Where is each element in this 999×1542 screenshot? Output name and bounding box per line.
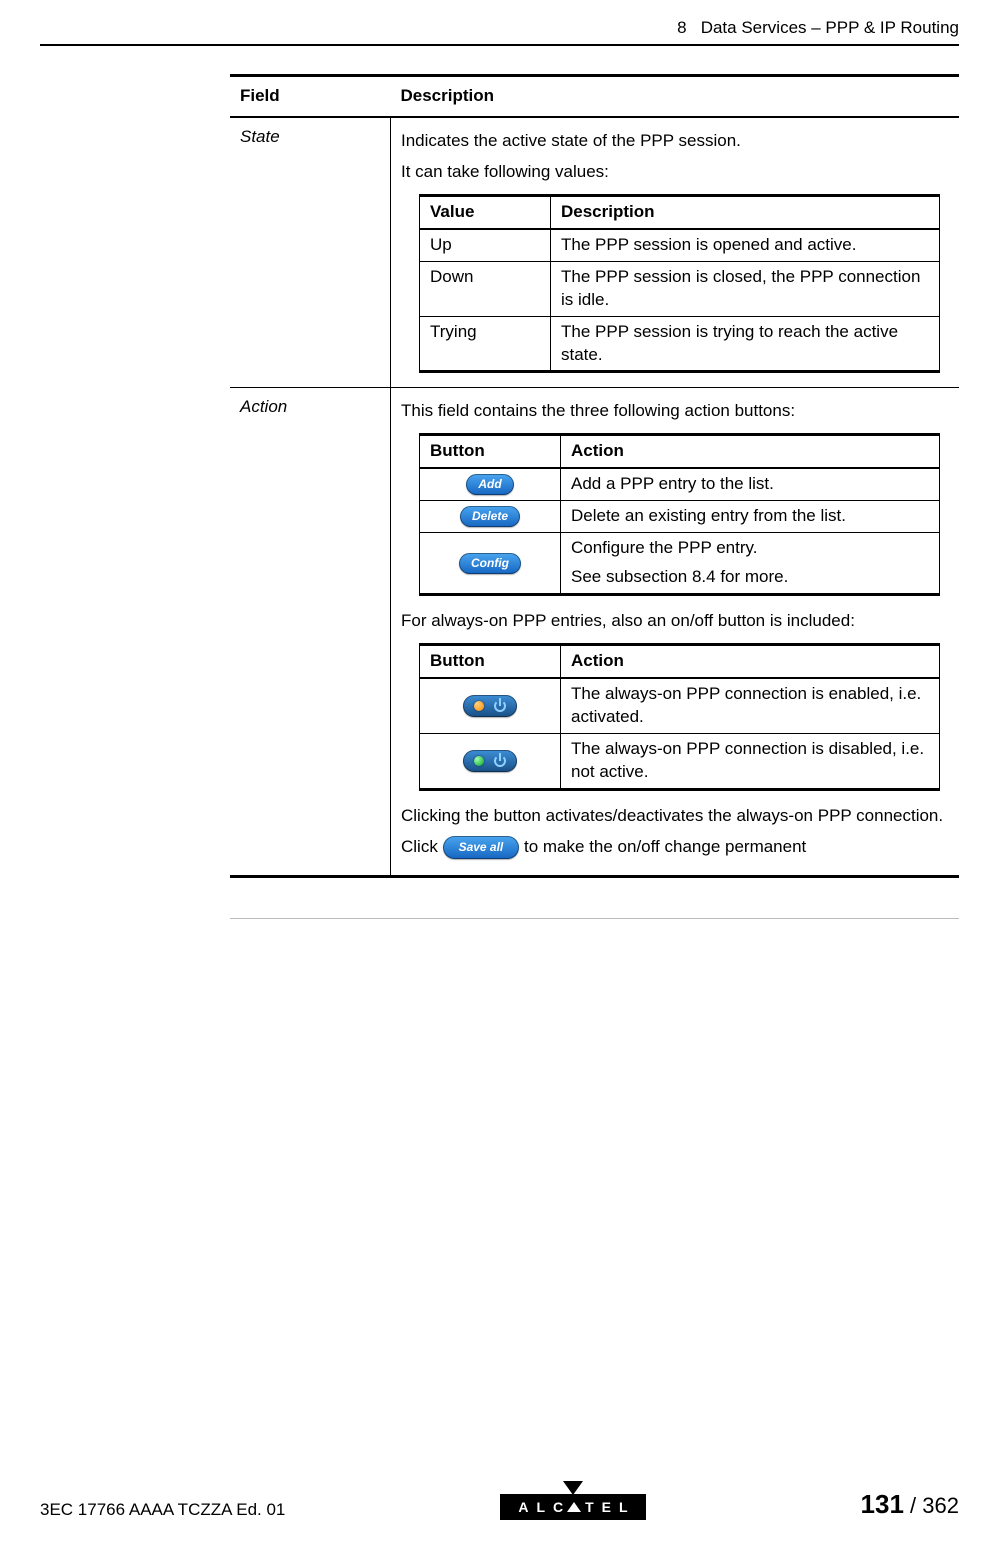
section-divider (230, 918, 959, 919)
col-action: Action (561, 435, 940, 468)
config-button[interactable]: Config (459, 553, 521, 574)
value-down: Down (430, 267, 473, 286)
button-row-config: Config Configure the PPP entry. See subs… (420, 533, 940, 595)
save-all-button[interactable]: Save all (443, 836, 520, 859)
p4-pre: Click (401, 837, 443, 856)
col-description: Description (391, 76, 960, 117)
page-total: 362 (922, 1493, 959, 1518)
onoff-buttons-table: Button Action The always (419, 643, 940, 791)
value-row-trying: Trying The PPP session is trying to reac… (420, 316, 940, 372)
onoff-disabled-desc: The always-on PPP connection is disabled… (561, 733, 940, 789)
led-green-icon (474, 756, 484, 766)
button-row-delete: Delete Delete an existing entry from the… (420, 501, 940, 533)
value-up-desc: The PPP session is opened and active. (551, 229, 940, 261)
col-field: Field (230, 76, 391, 117)
value-row-down: Down The PPP session is closed, the PPP … (420, 261, 940, 316)
col-value-desc: Description (551, 195, 940, 228)
value-trying-desc: The PPP session is trying to reach the a… (551, 316, 940, 372)
action-p4: Click Save all to make the on/off change… (401, 836, 949, 859)
logo-triangle-icon (563, 1481, 583, 1495)
onoff-enabled-desc: The always-on PPP connection is enabled,… (561, 678, 940, 733)
p4-post: to make the on/off change permanent (524, 837, 806, 856)
action-p2: For always-on PPP entries, also an on/of… (401, 610, 949, 633)
logo-text-left: ALC (518, 1499, 571, 1515)
add-button[interactable]: Add (466, 474, 513, 495)
button-row-add: Add Add a PPP entry to the list. (420, 468, 940, 500)
row-state: State Indicates the active state of the … (230, 117, 959, 388)
state-p2: It can take following values: (401, 161, 949, 184)
page-current: 131 (861, 1489, 904, 1519)
field-state: State (230, 117, 391, 388)
col-button: Button (420, 435, 561, 468)
page-header: 8 Data Services – PPP & IP Routing (40, 18, 959, 46)
toggle-off-button[interactable] (463, 750, 517, 772)
chapter-title: Data Services – PPP & IP Routing (701, 18, 959, 37)
alcatel-logo: ALC TEL (500, 1481, 645, 1520)
doc-reference: 3EC 17766 AAAA TCZZA Ed. 01 (40, 1500, 285, 1520)
field-description-table: Field Description State Indicates the ac… (230, 74, 959, 878)
col-action2: Action (561, 645, 940, 678)
action-p3: Clicking the button activates/deactivate… (401, 805, 949, 828)
delete-button[interactable]: Delete (460, 506, 520, 527)
logo-text-right: TEL (585, 1499, 635, 1515)
field-action: Action (230, 388, 391, 876)
delete-desc: Delete an existing entry from the list. (561, 501, 940, 533)
page-number: 131 / 362 (861, 1489, 959, 1520)
action-buttons-table: Button Action Add Add a PPP entry to the… (419, 433, 940, 596)
value-up: Up (430, 235, 452, 254)
toggle-on-button[interactable] (463, 695, 517, 717)
value-trying: Trying (430, 322, 477, 341)
col-value: Value (420, 195, 551, 228)
state-p1: Indicates the active state of the PPP se… (401, 130, 949, 153)
col-button2: Button (420, 645, 561, 678)
page-sep: / (904, 1493, 922, 1518)
power-icon (494, 755, 506, 767)
value-down-desc: The PPP session is closed, the PPP conne… (551, 261, 940, 316)
state-values-table: Value Description Up The PPP session is … (419, 194, 940, 374)
page-footer: 3EC 17766 AAAA TCZZA Ed. 01 ALC TEL 131 … (0, 1481, 999, 1520)
config-desc2: See subsection 8.4 for more. (571, 566, 929, 589)
value-row-up: Up The PPP session is opened and active. (420, 229, 940, 261)
action-p1: This field contains the three following … (401, 400, 949, 423)
add-desc: Add a PPP entry to the list. (561, 468, 940, 500)
onoff-row-disabled: The always-on PPP connection is disabled… (420, 733, 940, 789)
power-icon (494, 700, 506, 712)
row-action: Action This field contains the three fol… (230, 388, 959, 876)
led-orange-icon (474, 701, 484, 711)
logo-inner-triangle-icon (567, 1502, 581, 1512)
onoff-row-enabled: The always-on PPP connection is enabled,… (420, 678, 940, 733)
chapter-number: 8 (677, 18, 686, 37)
config-desc1: Configure the PPP entry. (571, 537, 929, 560)
